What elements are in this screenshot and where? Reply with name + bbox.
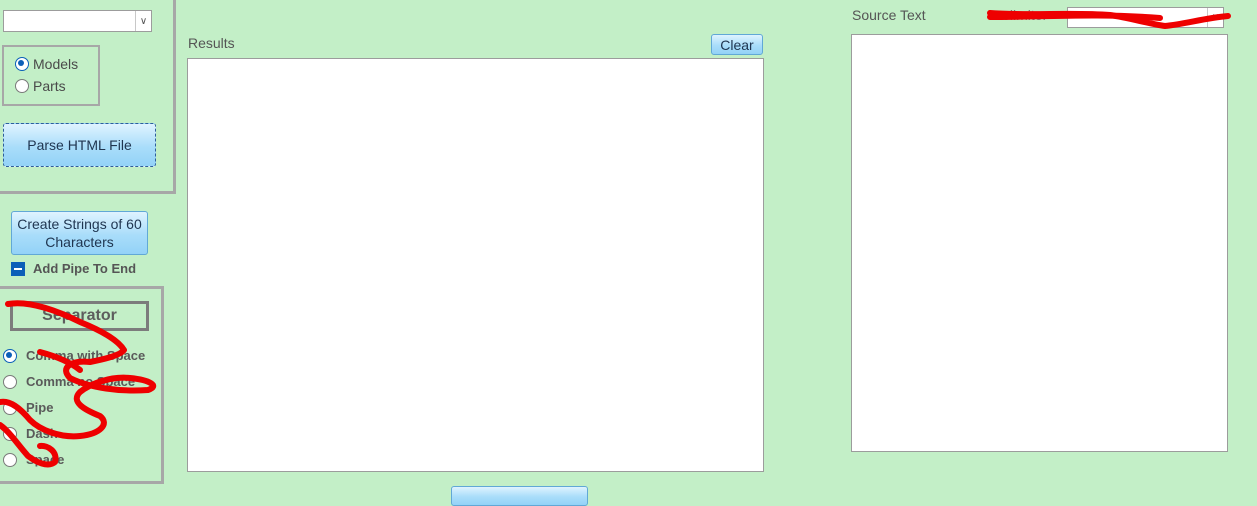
red-scribble-annotation bbox=[0, 10, 1231, 468]
